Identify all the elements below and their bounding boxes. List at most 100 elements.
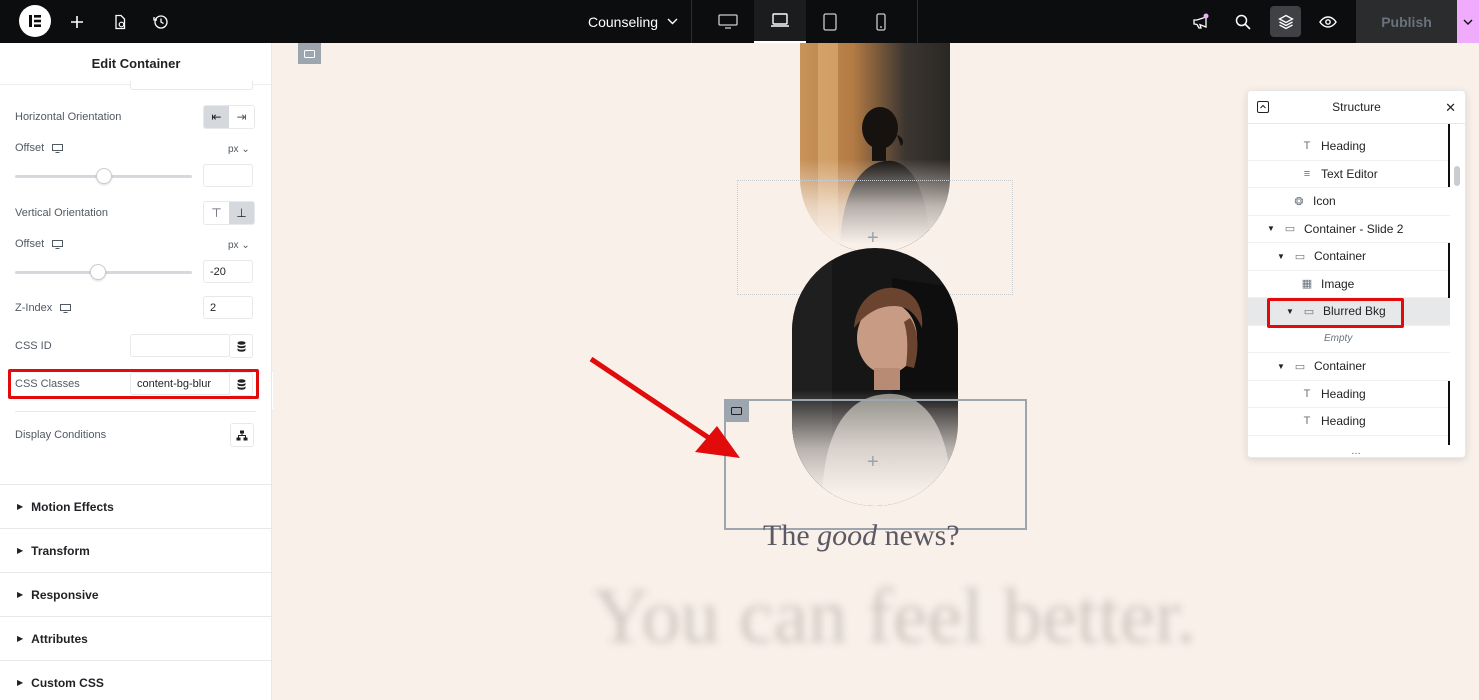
structure-item-label: Container (1314, 359, 1367, 374)
page-title-dropdown[interactable]: Counseling (588, 0, 678, 43)
section-transform[interactable]: ▶ Transform (0, 528, 272, 572)
caret-down-icon[interactable]: ▼ (1276, 362, 1286, 371)
collapse-structure-icon[interactable] (1257, 101, 1269, 116)
structure-item-label: Heading (1321, 139, 1366, 154)
align-top-icon[interactable]: ⊤ (204, 202, 229, 224)
divider (691, 0, 692, 43)
section-motion-effects[interactable]: ▶ Motion Effects (0, 484, 272, 528)
more-dots-icon[interactable]: … (1248, 445, 1465, 457)
tablet-icon[interactable] (804, 0, 856, 43)
heading-emphasis: good (817, 519, 878, 552)
structure-item-label: Image (1321, 276, 1355, 291)
add-widget-plus-icon[interactable]: + (867, 451, 879, 474)
structure-item-image[interactable]: ▦ Image (1248, 271, 1450, 298)
horizontal-offset-input[interactable] (203, 164, 253, 187)
announcements-icon[interactable] (1185, 0, 1215, 43)
slider-handle[interactable] (95, 168, 112, 184)
unit-label: px (228, 144, 239, 155)
section-custom-css[interactable]: ▶ Custom CSS (0, 660, 272, 700)
dynamic-tags-icon[interactable] (229, 334, 253, 358)
css-id-input[interactable] (130, 334, 230, 357)
add-element-icon[interactable] (62, 0, 92, 43)
responsive-desktop-icon[interactable] (60, 303, 72, 313)
vertical-offset-input[interactable]: -20 (203, 260, 253, 283)
section-label: Custom CSS (31, 675, 104, 690)
structure-item-container[interactable]: ▼ ▭ Container (1248, 243, 1450, 271)
horizontal-orientation-toggle: ⇤ ⇥ (203, 105, 255, 129)
caret-right-icon: ▶ (17, 678, 24, 687)
divider (917, 0, 918, 43)
page-settings-icon[interactable] (105, 0, 135, 43)
blurred-bkg-highlight (1267, 298, 1404, 328)
align-bottom-icon[interactable]: ⊥ (229, 202, 254, 224)
elementor-logo-icon[interactable] (19, 5, 51, 37)
publish-options-button[interactable] (1457, 0, 1479, 43)
responsive-desktop-icon[interactable] (52, 143, 64, 153)
slider-handle[interactable] (90, 264, 107, 280)
structure-title: Structure (1332, 100, 1381, 114)
section-attributes[interactable]: ▶ Attributes (0, 616, 272, 660)
align-start-icon[interactable]: ⇤ (204, 106, 229, 128)
unit-selector[interactable]: px ⌄ (228, 144, 250, 155)
css-classes-highlight (8, 369, 259, 399)
structure-header: Structure ✕ (1248, 91, 1465, 124)
container-handle-icon[interactable] (298, 43, 321, 64)
unit-selector[interactable]: px ⌄ (228, 240, 250, 251)
structure-item-text-editor[interactable]: ≡ Text Editor (1248, 161, 1450, 188)
align-end-icon[interactable]: ⇥ (229, 106, 254, 128)
mobile-icon[interactable] (855, 0, 907, 43)
caret-right-icon: ▶ (17, 634, 24, 643)
css-id-label: CSS ID (15, 340, 52, 352)
z-index-label: Z-Index (15, 302, 53, 314)
close-icon[interactable]: ✕ (1445, 100, 1456, 116)
section-label: Transform (31, 543, 90, 558)
structure-item-label: Container - Slide 2 (1304, 221, 1404, 236)
laptop-icon[interactable] (754, 0, 806, 43)
publish-button[interactable]: Publish (1356, 0, 1457, 43)
edit-panel: Edit Container Horizontal Orientation ⇤ … (0, 43, 272, 700)
add-widget-plus-icon[interactable]: + (867, 227, 879, 250)
structure-item-container[interactable]: ▼ ▭ Container (1248, 353, 1450, 381)
container-icon: ▭ (1284, 223, 1296, 236)
desktop-icon[interactable] (702, 0, 754, 43)
icon-widget-icon: ❂ (1294, 195, 1304, 208)
z-index-input[interactable]: 2 (203, 296, 253, 319)
section-label: Motion Effects (31, 499, 114, 514)
heading-text: The (763, 519, 818, 552)
text-editor-icon: ≡ (1303, 167, 1311, 180)
clipped-input[interactable] (130, 81, 253, 90)
structure-item-heading[interactable]: T Heading (1248, 381, 1450, 408)
heading-icon: T (1303, 415, 1311, 428)
good-news-heading[interactable]: The good news? (763, 519, 960, 553)
search-icon[interactable] (1228, 0, 1258, 43)
structure-item-container-slide-2[interactable]: ▼ ▭ Container - Slide 2 (1248, 216, 1450, 243)
caret-down-icon[interactable]: ▼ (1276, 252, 1286, 261)
heading-icon: T (1303, 140, 1311, 153)
structure-item-label: Container (1314, 249, 1367, 264)
caret-down-icon[interactable]: ▼ (1266, 224, 1276, 233)
structure-item-icon[interactable]: ❂ Icon (1248, 188, 1450, 216)
sitemap-icon[interactable] (230, 423, 254, 447)
tree-indicator (1448, 243, 1450, 298)
structure-item-heading[interactable]: T Heading (1248, 133, 1450, 161)
structure-item-heading[interactable]: T Heading (1248, 408, 1450, 436)
structure-item-label: Heading (1321, 386, 1366, 401)
horizontal-offset-slider[interactable] (15, 168, 192, 184)
preview-eye-icon[interactable] (1313, 0, 1343, 43)
history-icon[interactable] (146, 0, 176, 43)
structure-layers-icon[interactable] (1270, 6, 1301, 37)
responsive-desktop-icon[interactable] (52, 239, 64, 249)
display-conditions-label: Display Conditions (15, 429, 107, 441)
structure-item-label: Text Editor (1321, 166, 1378, 181)
structure-panel: Structure ✕ T Heading ≡ Text Editor ❂ Icon … (1247, 90, 1466, 458)
section-responsive[interactable]: ▶ Responsive (0, 572, 272, 616)
z-index-label-row: Z-Index (15, 302, 72, 314)
heading-text: news? (877, 519, 960, 552)
vertical-offset-slider[interactable] (15, 264, 192, 280)
feel-better-heading[interactable]: You can feel better. (593, 571, 1196, 661)
clipped-row (1248, 124, 1450, 130)
container-icon: ▭ (1294, 360, 1306, 373)
structure-scrollbar[interactable] (1454, 166, 1460, 186)
structure-item-label: Heading (1321, 414, 1366, 429)
chevron-down-icon (667, 18, 678, 25)
